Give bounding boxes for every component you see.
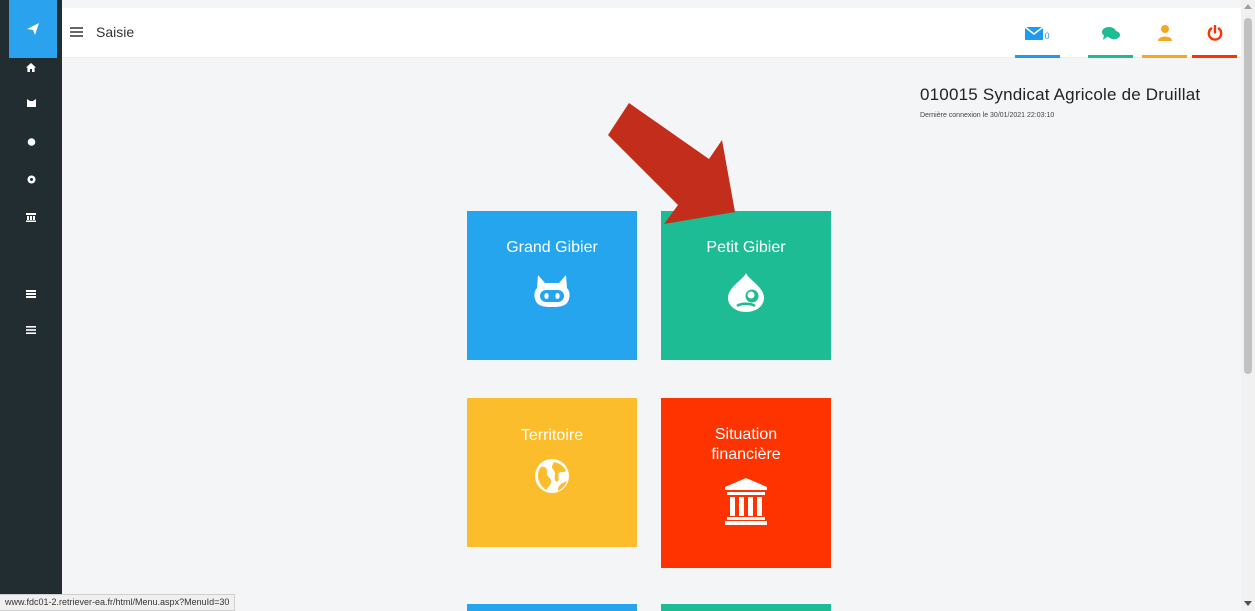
drupal-drop-icon	[727, 273, 765, 318]
sidebar-item-grand-gibier[interactable]	[24, 96, 38, 110]
scroll-down-icon[interactable]	[1244, 601, 1252, 606]
sidebar-item-territoire[interactable]	[24, 172, 38, 186]
status-url: www.fdc01-2.retriever-ea.fr/html/Menu.as…	[0, 594, 236, 611]
scrollbar[interactable]	[1241, 0, 1255, 611]
page-title: Saisie	[96, 24, 135, 40]
tile-situation-financiere[interactable]: Situation financière	[661, 398, 831, 568]
organization-name: 010015 Syndicat Agricole de Druillat	[920, 85, 1201, 104]
globe-icon	[27, 175, 35, 183]
sidebar-item-list-b[interactable]	[24, 323, 38, 337]
tile-label: Situation financière	[711, 426, 781, 463]
messages-button[interactable]: 0	[1015, 8, 1060, 58]
envelope-icon	[1025, 26, 1044, 40]
tile-label: Territoire	[520, 427, 584, 444]
sidebar-item-petit-gibier[interactable]	[24, 134, 38, 148]
home-icon	[26, 62, 36, 72]
tile-partial-right[interactable]	[661, 604, 831, 611]
chat-button[interactable]	[1088, 8, 1133, 58]
tile-petit-gibier[interactable]: Petit Gibier	[661, 211, 831, 360]
sidebar-item-home[interactable]	[24, 60, 38, 74]
logout-button[interactable]	[1192, 8, 1237, 58]
scroll-thumb[interactable]	[1244, 18, 1252, 374]
tile-territoire[interactable]: Territoire	[467, 398, 637, 547]
github-cat-icon	[26, 99, 36, 107]
list-icon	[26, 326, 36, 334]
menu-toggle-icon[interactable]	[70, 27, 83, 38]
messages-count: 0	[1044, 31, 1050, 41]
tile-grand-gibier[interactable]: Grand Gibier	[467, 211, 637, 360]
bank-icon	[26, 212, 36, 222]
user-button[interactable]	[1142, 8, 1187, 58]
bank-icon	[725, 478, 767, 530]
app-window: Saisie 0 010015 Syndicat Agricole de Dru…	[0, 0, 1255, 611]
paper-plane-icon	[27, 23, 39, 35]
tile-partial-left[interactable]	[467, 604, 637, 611]
topbar: Saisie 0	[62, 8, 1241, 58]
sidebar-item-list-a[interactable]	[24, 287, 38, 301]
drupal-drop-icon	[27, 137, 35, 146]
last-login-text: Dernière connexion le 30/01/2021 22:03:1…	[920, 112, 1055, 119]
scroll-up-icon[interactable]	[1244, 4, 1252, 9]
tile-label: Grand Gibier	[506, 239, 598, 256]
sidebar	[0, 0, 62, 611]
tile-label: Petit Gibier	[706, 239, 786, 256]
github-cat-icon	[533, 274, 571, 313]
chat-icon	[1101, 26, 1120, 40]
globe-icon	[534, 458, 570, 499]
user-icon	[1157, 25, 1172, 41]
logo-button[interactable]	[9, 0, 57, 58]
sidebar-item-situation-financiere[interactable]	[24, 210, 38, 224]
list-icon	[26, 290, 36, 298]
power-icon	[1207, 25, 1222, 41]
